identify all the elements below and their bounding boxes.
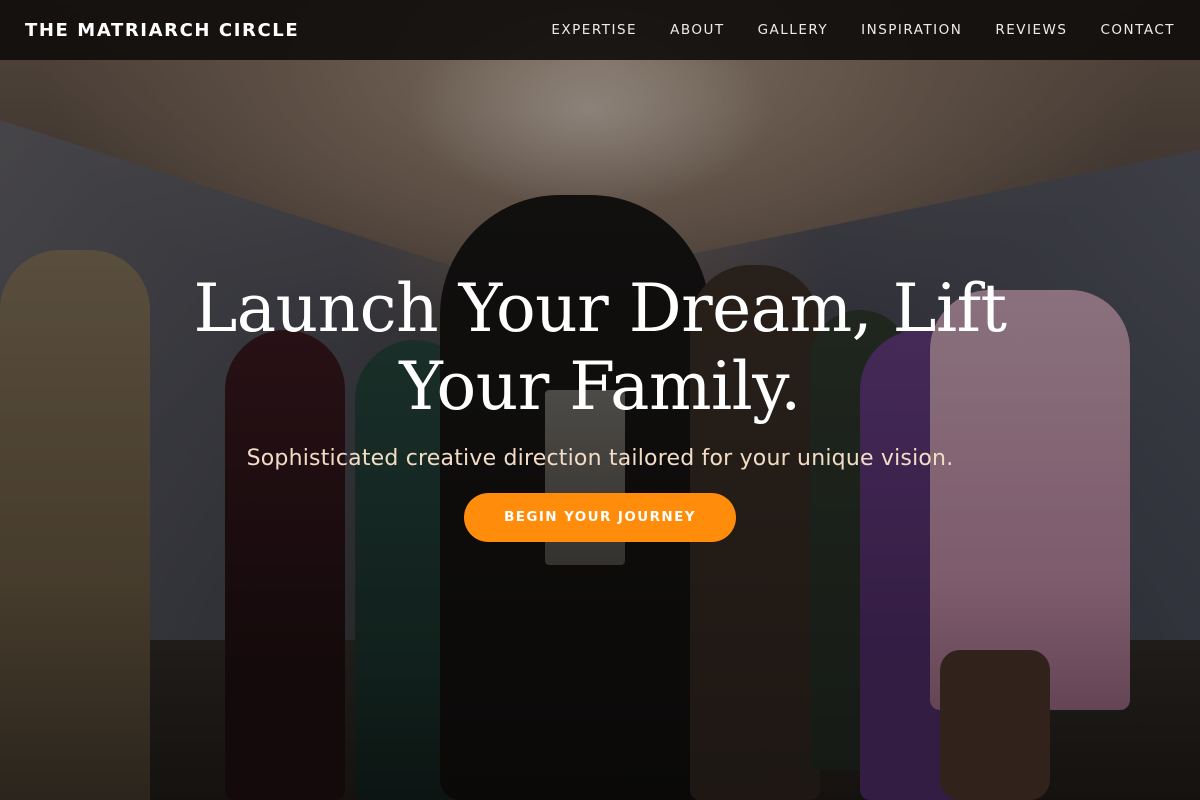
brand-logo-link[interactable]: THE MATRIARCH CIRCLE — [25, 20, 299, 41]
top-navbar: THE MATRIARCH CIRCLE EXPERTISE ABOUT GAL… — [0, 0, 1200, 60]
landing-page: THE MATRIARCH CIRCLE EXPERTISE ABOUT GAL… — [0, 0, 1200, 800]
nav-item-about: ABOUT — [670, 21, 725, 39]
hero-subheadline: Sophisticated creative direction tailore… — [246, 446, 954, 471]
nav-item-reviews: REVIEWS — [995, 21, 1067, 39]
nav-item-expertise: EXPERTISE — [551, 21, 637, 39]
nav-item-contact: CONTACT — [1100, 21, 1175, 39]
nav-link-contact[interactable]: CONTACT — [1100, 22, 1175, 38]
hero-content: Launch Your Dream, Lift Your Family. Sop… — [0, 270, 1200, 542]
nav-link-inspiration[interactable]: INSPIRATION — [861, 22, 962, 38]
nav-link-about[interactable]: ABOUT — [670, 22, 725, 38]
nav-link-reviews[interactable]: REVIEWS — [995, 22, 1067, 38]
main-nav: EXPERTISE ABOUT GALLERY INSPIRATION REVI… — [551, 21, 1175, 39]
nav-item-inspiration: INSPIRATION — [861, 21, 962, 39]
nav-link-expertise[interactable]: EXPERTISE — [551, 22, 637, 38]
nav-link-gallery[interactable]: GALLERY — [758, 22, 829, 38]
begin-journey-button[interactable]: BEGIN YOUR JOURNEY — [464, 493, 736, 542]
nav-item-gallery: GALLERY — [758, 21, 829, 39]
hero-headline: Launch Your Dream, Lift Your Family. — [193, 270, 1007, 425]
